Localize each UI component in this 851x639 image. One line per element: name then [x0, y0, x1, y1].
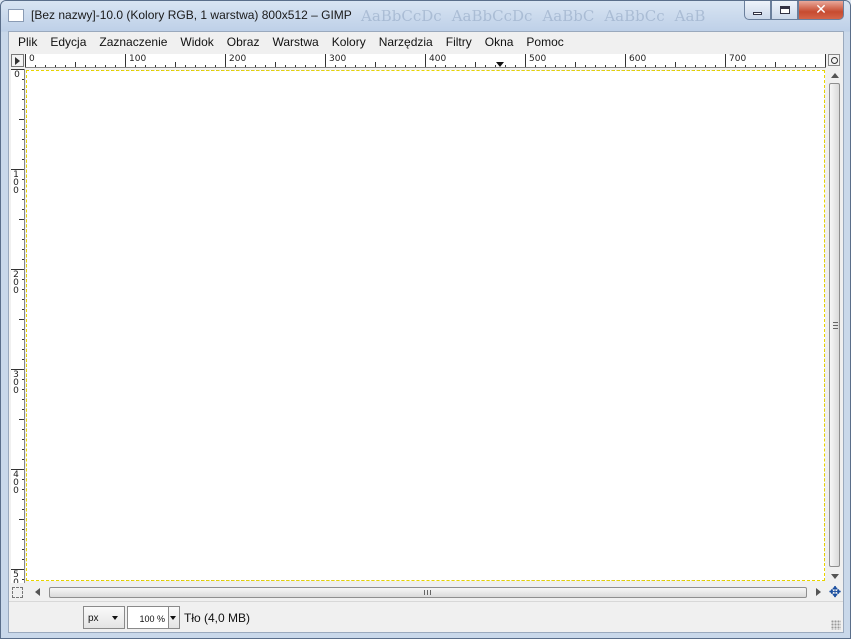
ruler-label: 200: [229, 54, 247, 64]
image-menu-button[interactable]: [11, 54, 24, 67]
horizontal-scroll-thumb[interactable]: [49, 587, 807, 598]
horizontal-scrollbar[interactable]: [25, 584, 826, 600]
menu-edycja[interactable]: Edycja: [44, 32, 93, 53]
image-window-client: Plik Edycja Zaznaczenie Widok Obraz Wars…: [8, 31, 844, 633]
deco-text: AaBbCcDc: [451, 7, 533, 25]
menu-obraz[interactable]: Obraz: [221, 32, 267, 53]
deco-text: AaBbCc: [604, 7, 665, 25]
ruler-label: 0: [14, 70, 20, 80]
pointer-position-marker: [496, 62, 504, 67]
menu-narzedzia[interactable]: Narzędzia: [373, 32, 440, 53]
gimp-image-window: [Bez nazwy]-10.0 (Kolory RGB, 1 warstwa)…: [0, 0, 851, 639]
chevron-down-icon: [170, 616, 176, 620]
grip-icon: [833, 322, 838, 329]
menu-warstwa[interactable]: Warstwa: [266, 32, 325, 53]
zoom-input[interactable]: 100 %: [127, 606, 169, 629]
vertical-ruler-ticks: [11, 69, 24, 580]
title-bar[interactable]: [Bez nazwy]-10.0 (Kolory RGB, 1 warstwa)…: [1, 1, 850, 31]
menu-zaznaczenie[interactable]: Zaznaczenie: [93, 32, 174, 53]
navigate-icon[interactable]: ✥: [827, 584, 843, 600]
menu-widok[interactable]: Widok: [174, 32, 220, 53]
grip-icon: [424, 590, 431, 595]
ruler-label: 400: [429, 54, 447, 64]
menu-plik[interactable]: Plik: [12, 32, 44, 53]
minimize-button[interactable]: [744, 1, 771, 20]
zoom-dropdown-button[interactable]: [169, 606, 180, 629]
ruler-label: 100: [129, 54, 147, 64]
menu-bar: Plik Edycja Zaznaczenie Widok Obraz Wars…: [9, 32, 843, 53]
scroll-up-icon[interactable]: [831, 73, 839, 78]
horizontal-ruler[interactable]: 0 100 200 300 400 500 600 700: [25, 54, 826, 68]
chevron-down-icon: [112, 616, 118, 620]
window-app-icon: [8, 9, 24, 22]
close-icon: ✕: [815, 2, 827, 18]
vertical-ruler[interactable]: 0 100 200 300 400 500: [11, 69, 25, 583]
ruler-label: 200: [13, 270, 19, 296]
scroll-down-icon[interactable]: [831, 574, 839, 579]
scroll-left-icon[interactable]: [35, 588, 40, 596]
menu-filtry[interactable]: Filtry: [440, 32, 479, 53]
window-controls: ✕: [744, 1, 844, 20]
title-background-decoration: AaBbCcDc AaBbCcDc AaBbC AaBbCc AaB: [361, 3, 705, 29]
deco-text: AaBbC: [542, 7, 595, 25]
ruler-label: 500: [529, 54, 547, 64]
menu-pomoc[interactable]: Pomoc: [520, 32, 570, 53]
ruler-label: 700: [729, 54, 747, 64]
close-button[interactable]: ✕: [798, 1, 844, 20]
zoom-fit-icon[interactable]: [828, 54, 840, 66]
vertical-scroll-thumb[interactable]: [829, 83, 840, 567]
menu-kolory[interactable]: Kolory: [326, 32, 373, 53]
deco-text: AaBbCcDc: [361, 7, 442, 25]
ruler-label: 600: [629, 54, 647, 64]
canvas-viewport[interactable]: [25, 69, 826, 583]
ruler-label: 400: [13, 470, 19, 496]
ruler-label: 300: [13, 370, 19, 396]
quick-mask-icon[interactable]: [12, 587, 23, 598]
vertical-scrollbar[interactable]: [827, 69, 843, 583]
image-canvas[interactable]: [26, 70, 825, 581]
window-title: [Bez nazwy]-10.0 (Kolory RGB, 1 warstwa)…: [31, 8, 352, 22]
unit-value: px: [88, 613, 99, 624]
maximize-icon: [779, 6, 790, 14]
ruler-label: 500: [13, 570, 19, 584]
scroll-right-icon[interactable]: [816, 588, 821, 596]
horizontal-scroll-row: ✥: [9, 584, 843, 600]
ruler-label: 0: [29, 54, 35, 64]
unit-selector[interactable]: px: [83, 606, 125, 629]
ruler-label: 100: [13, 170, 19, 196]
minimize-icon: [753, 11, 762, 15]
status-bar: px 100 % Tło (4,0 MB): [9, 601, 843, 632]
resize-grip-icon[interactable]: [831, 620, 841, 630]
menu-triangle-icon: [15, 57, 20, 65]
menu-okna[interactable]: Okna: [479, 32, 521, 53]
ruler-label: 300: [329, 54, 347, 64]
deco-text: AaB: [674, 7, 706, 25]
layer-info-text: Tło (4,0 MB): [184, 611, 251, 625]
maximize-button[interactable]: [771, 1, 798, 20]
